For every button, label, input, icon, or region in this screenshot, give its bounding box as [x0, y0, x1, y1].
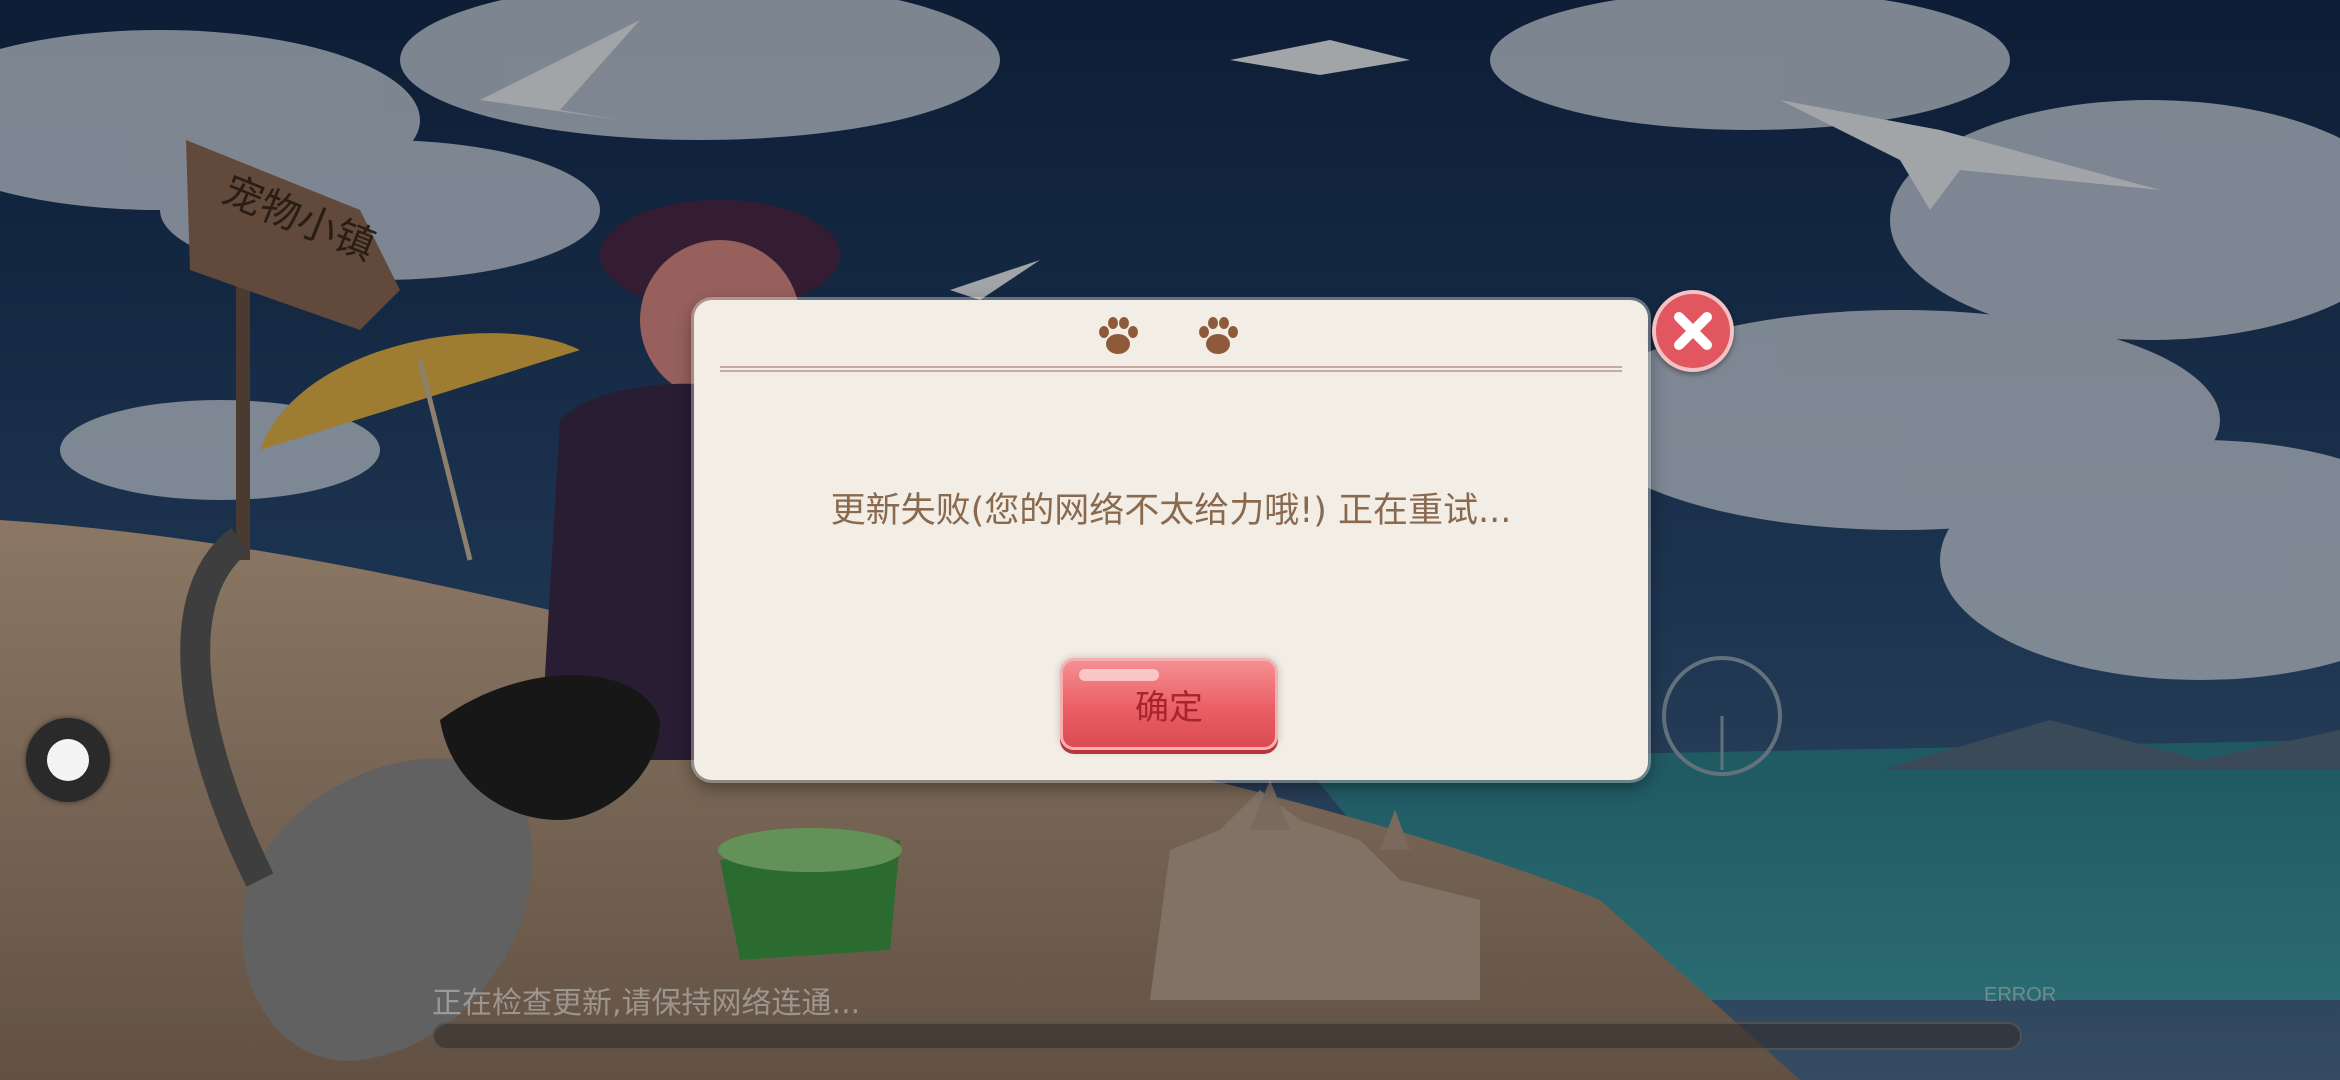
confirm-button[interactable]: 确定 [1060, 658, 1278, 750]
confirm-button-label: 确定 [1135, 687, 1203, 728]
update-failed-dialog: 更新失败(您的网络不太给力哦!) 正在重试... 确定 [694, 300, 1648, 780]
game-screen: 宠物小镇 正在检查更新,请保持网络连通... ERROR 更新失败(您的网络不太… [0, 0, 2340, 1080]
paw-icon [1199, 317, 1238, 354]
error-label: ERROR [1984, 984, 2057, 1006]
paw-icon [1099, 317, 1138, 354]
close-button[interactable] [1652, 290, 1734, 372]
dialog-divider [720, 366, 1622, 372]
update-progress-bar [432, 1022, 2022, 1050]
floating-assist-button[interactable] [26, 718, 110, 802]
loading-status-text: 正在检查更新,请保持网络连通... [432, 986, 861, 1021]
close-icon [1674, 312, 1712, 350]
dialog-message: 更新失败(您的网络不太给力哦!) 正在重试... [830, 491, 1512, 531]
